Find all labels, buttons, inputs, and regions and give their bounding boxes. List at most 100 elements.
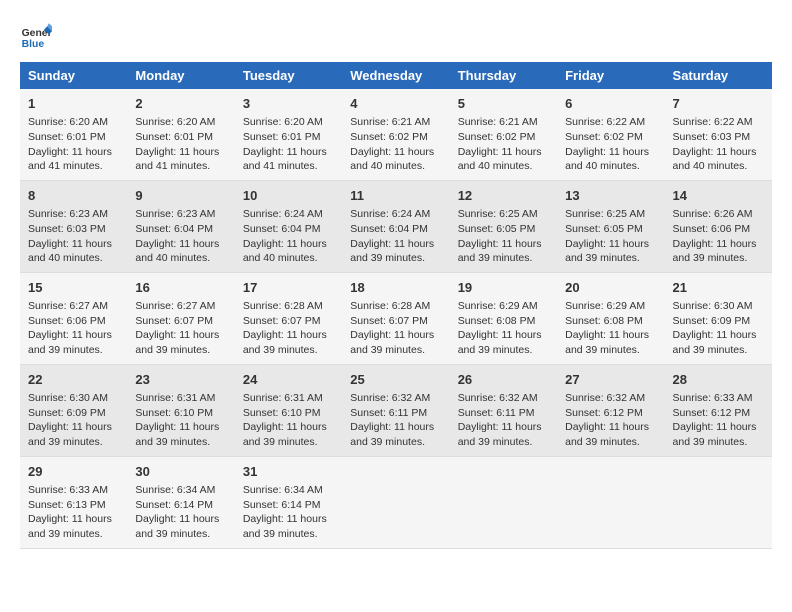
daylight-label: Daylight: 11 hours: [673, 146, 757, 158]
calendar-cell: 14Sunrise: 6:26 AMSunset: 6:06 PMDayligh…: [665, 180, 772, 272]
calendar-cell: 22Sunrise: 6:30 AMSunset: 6:09 PMDayligh…: [20, 364, 127, 456]
daylight-minutes: and 39 minutes.: [565, 436, 640, 448]
day-number: 19: [458, 279, 549, 297]
week-row-5: 29 Sunrise: 6:33 AM Sunset: 6:13 PM Dayligh…: [20, 456, 772, 548]
day-number: 29: [28, 463, 119, 481]
sunrise-label: Sunrise: 6:33 AM: [673, 392, 753, 404]
sunset-label: Sunset: 6:01 PM: [243, 131, 321, 143]
daylight-minutes: and 39 minutes.: [135, 528, 210, 540]
day-number: 21: [673, 279, 764, 297]
logo: General Blue: [20, 20, 56, 52]
calendar-cell: 16Sunrise: 6:27 AMSunset: 6:07 PMDayligh…: [127, 272, 234, 364]
sunset-label: Sunset: 6:14 PM: [135, 499, 213, 511]
day-number: 12: [458, 187, 549, 205]
day-number: 6: [565, 95, 656, 113]
calendar-cell: 21 Sunrise: 6:30 AM Sunset: 6:09 PM Dayligh…: [665, 272, 772, 364]
sunset-label: Sunset: 6:13 PM: [28, 499, 106, 511]
day-number: 1: [28, 95, 119, 113]
sunrise-label: Sunrise: 6:31 AM: [135, 392, 215, 404]
calendar-cell: 7Sunrise: 6:22 AMSunset: 6:03 PMDaylight…: [665, 89, 772, 180]
daylight-label: Daylight: 11 hours: [135, 513, 219, 525]
sunrise-label: Sunrise: 6:20 AM: [135, 116, 215, 128]
sunrise-label: Sunrise: 6:23 AM: [135, 208, 215, 220]
sunset-label: Sunset: 6:02 PM: [565, 131, 643, 143]
daylight-label: Daylight: 11 hours: [458, 146, 542, 158]
sunrise-label: Sunrise: 6:27 AM: [135, 300, 215, 312]
daylight-label: Daylight: 11 hours: [135, 329, 219, 341]
sunrise-label: Sunrise: 6:21 AM: [458, 116, 538, 128]
sunrise-label: Sunrise: 6:20 AM: [243, 116, 323, 128]
sunrise-label: Sunrise: 6:30 AM: [28, 392, 108, 404]
sunrise-label: Sunrise: 6:30 AM: [673, 300, 753, 312]
sunrise-label: Sunrise: 6:33 AM: [28, 484, 108, 496]
calendar-cell: 23Sunrise: 6:31 AMSunset: 6:10 PMDayligh…: [127, 364, 234, 456]
day-number: 4: [350, 95, 441, 113]
calendar-cell: 10Sunrise: 6:24 AMSunset: 6:04 PMDayligh…: [235, 180, 342, 272]
daylight-minutes: and 39 minutes.: [28, 528, 103, 540]
sunrise-label: Sunrise: 6:24 AM: [243, 208, 323, 220]
sunrise-label: Sunrise: 6:34 AM: [135, 484, 215, 496]
calendar-cell: 11Sunrise: 6:24 AMSunset: 6:04 PMDayligh…: [342, 180, 449, 272]
svg-text:Blue: Blue: [22, 39, 45, 50]
sunrise-label: Sunrise: 6:24 AM: [350, 208, 430, 220]
calendar-cell: 1Sunrise: 6:20 AMSunset: 6:01 PMDaylight…: [20, 89, 127, 180]
day-number: 18: [350, 279, 441, 297]
calendar-cell: 15Sunrise: 6:27 AMSunset: 6:06 PMDayligh…: [20, 272, 127, 364]
day-number: 9: [135, 187, 226, 205]
day-number: 28: [673, 371, 764, 389]
calendar-cell: 4Sunrise: 6:21 AMSunset: 6:02 PMDaylight…: [342, 89, 449, 180]
daylight-label: Daylight: 11 hours: [673, 329, 757, 341]
daylight-minutes: and 39 minutes.: [673, 344, 748, 356]
sunset-label: Sunset: 6:08 PM: [565, 315, 643, 327]
sunrise-label: Sunrise: 6:32 AM: [458, 392, 538, 404]
calendar-cell: 9Sunrise: 6:23 AMSunset: 6:04 PMDaylight…: [127, 180, 234, 272]
day-number: 5: [458, 95, 549, 113]
calendar-cell: [450, 456, 557, 548]
calendar-cell: 2Sunrise: 6:20 AMSunset: 6:01 PMDaylight…: [127, 89, 234, 180]
logo-icon: General Blue: [20, 20, 52, 52]
sunset-label: Sunset: 6:05 PM: [458, 223, 536, 235]
sunset-label: Sunset: 6:10 PM: [243, 407, 321, 419]
day-number: 8: [28, 187, 119, 205]
calendar-cell: 27Sunrise: 6:32 AMSunset: 6:12 PMDayligh…: [557, 364, 664, 456]
sunset-label: Sunset: 6:01 PM: [135, 131, 213, 143]
calendar-cell: 3Sunrise: 6:20 AMSunset: 6:01 PMDaylight…: [235, 89, 342, 180]
sunset-label: Sunset: 6:07 PM: [243, 315, 321, 327]
daylight-label: Daylight: 11 hours: [243, 513, 327, 525]
calendar-table: Sunday Monday Tuesday Wednesday Thursday…: [20, 62, 772, 549]
calendar-cell: [665, 456, 772, 548]
daylight-minutes: and 40 minutes.: [458, 160, 533, 172]
daylight-minutes: and 41 minutes.: [243, 160, 318, 172]
daylight-minutes: and 39 minutes.: [458, 344, 533, 356]
sunset-label: Sunset: 6:06 PM: [28, 315, 106, 327]
daylight-label: Daylight: 11 hours: [243, 238, 327, 250]
calendar-cell: 5Sunrise: 6:21 AMSunset: 6:02 PMDaylight…: [450, 89, 557, 180]
daylight-minutes: and 40 minutes.: [28, 252, 103, 264]
daylight-minutes: and 39 minutes.: [458, 252, 533, 264]
sunrise-label: Sunrise: 6:27 AM: [28, 300, 108, 312]
daylight-minutes: and 39 minutes.: [243, 436, 318, 448]
sunrise-label: Sunrise: 6:28 AM: [350, 300, 430, 312]
calendar-cell: 30 Sunrise: 6:34 AM Sunset: 6:14 PM Dayligh…: [127, 456, 234, 548]
daylight-label: Daylight: 11 hours: [458, 421, 542, 433]
day-number: 23: [135, 371, 226, 389]
calendar-cell: 25Sunrise: 6:32 AMSunset: 6:11 PMDayligh…: [342, 364, 449, 456]
day-number: 15: [28, 279, 119, 297]
day-number: 20: [565, 279, 656, 297]
col-friday: Friday: [557, 62, 664, 89]
daylight-label: Daylight: 11 hours: [350, 146, 434, 158]
sunset-label: Sunset: 6:09 PM: [673, 315, 751, 327]
col-saturday: Saturday: [665, 62, 772, 89]
calendar-cell: [557, 456, 664, 548]
week-row-4: 22Sunrise: 6:30 AMSunset: 6:09 PMDayligh…: [20, 364, 772, 456]
sunrise-label: Sunrise: 6:23 AM: [28, 208, 108, 220]
calendar-cell: 24Sunrise: 6:31 AMSunset: 6:10 PMDayligh…: [235, 364, 342, 456]
col-wednesday: Wednesday: [342, 62, 449, 89]
sunrise-label: Sunrise: 6:32 AM: [565, 392, 645, 404]
calendar-cell: 13Sunrise: 6:25 AMSunset: 6:05 PMDayligh…: [557, 180, 664, 272]
week-row-3: 15 Sunrise: 6:27 AM Sunset: 6:06 PM Dayligh…: [20, 272, 772, 364]
header-row: Sunday Monday Tuesday Wednesday Thursday…: [20, 62, 772, 89]
col-tuesday: Tuesday: [235, 62, 342, 89]
day-number: 30: [135, 463, 226, 481]
sunset-label: Sunset: 6:05 PM: [565, 223, 643, 235]
